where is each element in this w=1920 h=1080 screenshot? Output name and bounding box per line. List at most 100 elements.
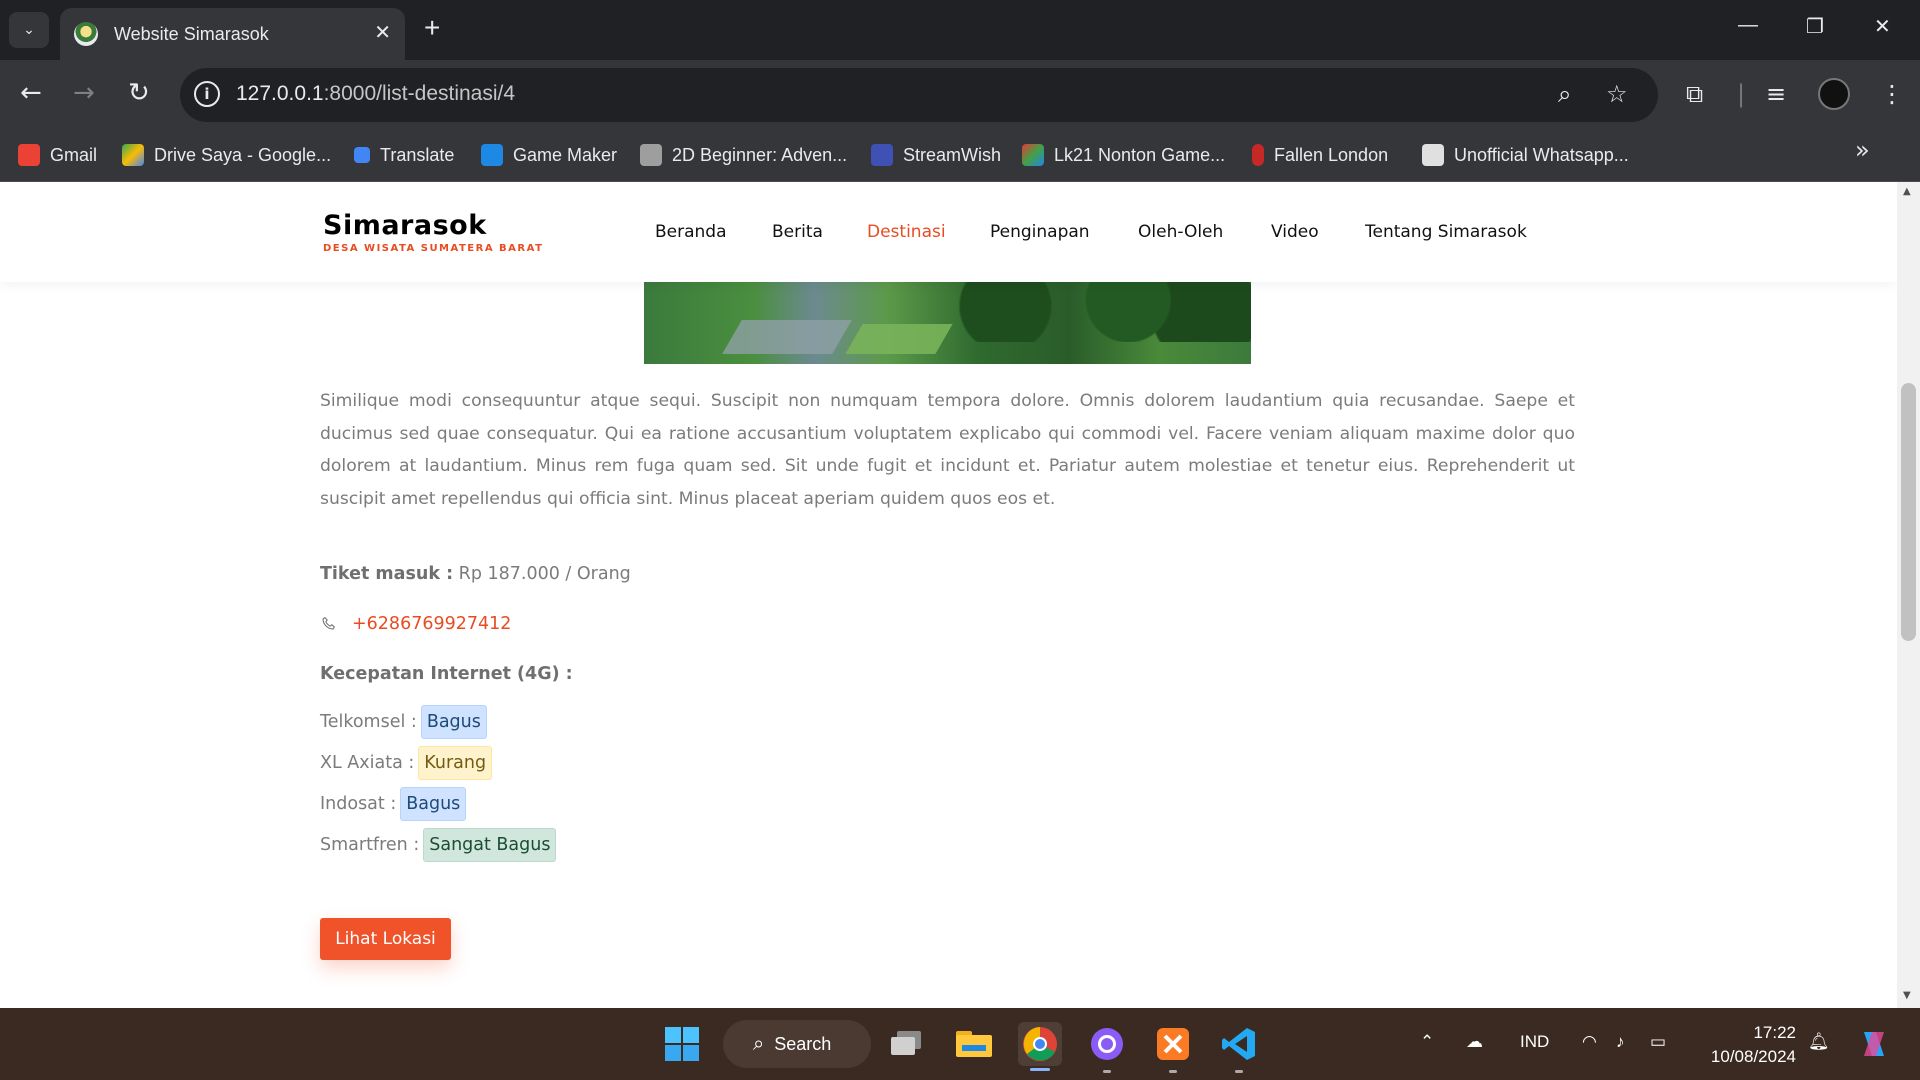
- github-icon: [1091, 1028, 1123, 1060]
- menu-kebab-icon[interactable]: ⋮: [1880, 80, 1904, 108]
- copilot-button[interactable]: [1852, 1022, 1896, 1066]
- profile-avatar[interactable]: [1818, 78, 1850, 110]
- github-desktop-button[interactable]: [1085, 1022, 1129, 1066]
- close-window-button[interactable]: ✕: [1874, 14, 1891, 39]
- site-header: Simarasok DESA WISATA SUMATERA BARAT Ber…: [0, 182, 1897, 282]
- minimize-button[interactable]: —: [1738, 14, 1758, 37]
- tab-search-button[interactable]: ⌄: [9, 12, 49, 48]
- bookmark-whatsapp[interactable]: Unofficial Whatsapp...: [1422, 138, 1629, 172]
- reload-button[interactable]: ↻: [128, 78, 150, 108]
- nav-beranda[interactable]: Beranda: [655, 222, 727, 242]
- bookmark-star-icon[interactable]: ☆: [1606, 80, 1628, 108]
- back-button[interactable]: ←: [20, 78, 42, 108]
- status-badge: Bagus: [400, 787, 467, 821]
- unity-icon: [640, 144, 662, 166]
- phone-row: +6286769927412: [320, 614, 511, 634]
- nav-penginapan[interactable]: Penginapan: [990, 222, 1090, 242]
- clock-date: 10/08/2024: [1710, 1047, 1796, 1066]
- provider-smartfren: Smartfren : Sangat Bagus: [320, 828, 557, 862]
- site-logo[interactable]: Simarasok DESA WISATA SUMATERA BARAT: [323, 210, 543, 254]
- nav-berita[interactable]: Berita: [772, 222, 823, 242]
- forward-button[interactable]: →: [73, 78, 95, 108]
- browser-tab[interactable]: Website Simarasok ✕: [60, 8, 405, 60]
- bookmarks-bar: Gmail Drive Saya - Google... Translate G…: [0, 130, 1920, 182]
- provider-telkomsel: Telkomsel : Bagus: [320, 705, 487, 739]
- destination-photo: [644, 282, 1251, 364]
- taskbar-search[interactable]: ⌕ Search: [723, 1020, 871, 1068]
- close-tab-icon[interactable]: ✕: [374, 20, 391, 44]
- bookmark-game-maker[interactable]: Game Maker: [481, 138, 617, 172]
- copilot-icon: [1864, 1032, 1884, 1056]
- destination-description: Similique modi consequuntur atque sequi.…: [320, 391, 1575, 509]
- onedrive-icon[interactable]: ☁: [1466, 1032, 1483, 1052]
- language-indicator[interactable]: IND: [1520, 1032, 1549, 1052]
- github-running-indicator: [1103, 1070, 1111, 1073]
- wifi-icon[interactable]: ◠: [1582, 1032, 1597, 1052]
- vscode-button[interactable]: [1217, 1022, 1261, 1066]
- new-tab-button[interactable]: +: [424, 12, 440, 44]
- file-explorer-button[interactable]: [952, 1022, 996, 1066]
- chrome-taskbar-button[interactable]: [1018, 1022, 1062, 1066]
- nav-video[interactable]: Video: [1271, 222, 1319, 242]
- phone-link[interactable]: +6286769927412: [352, 614, 511, 634]
- photo-rice-field-green: [845, 324, 953, 354]
- nav-tentang[interactable]: Tentang Simarasok: [1365, 222, 1527, 242]
- scroll-down-arrow[interactable]: ▼: [1903, 990, 1911, 1001]
- url-text[interactable]: 127.0.0.1:8000/list-destinasi/4: [236, 82, 515, 106]
- notification-bell-icon[interactable]: 🔔︎: [1808, 1032, 1830, 1052]
- zoom-icon[interactable]: ⌕: [1558, 80, 1571, 108]
- provider-name: Indosat :: [320, 794, 397, 814]
- xampp-button[interactable]: [1151, 1022, 1195, 1066]
- extensions-icon[interactable]: ⧉: [1686, 80, 1703, 108]
- game-maker-icon: [481, 144, 503, 166]
- address-bar[interactable]: i 127.0.0.1:8000/list-destinasi/4 ⌕ ☆: [180, 68, 1658, 122]
- provider-name: XL Axiata :: [320, 753, 415, 773]
- candle-icon: [1252, 144, 1264, 166]
- start-button[interactable]: [660, 1022, 704, 1066]
- logo-subtitle: DESA WISATA SUMATERA BARAT: [323, 243, 544, 254]
- windows-logo-icon: [665, 1027, 699, 1061]
- taskbar-clock[interactable]: 17:22 10/08/2024: [1700, 1021, 1796, 1069]
- clock-time: 17:22: [1753, 1023, 1796, 1042]
- xampp-icon: [1157, 1028, 1189, 1060]
- site-info-icon[interactable]: i: [194, 81, 220, 107]
- phone-icon: [322, 616, 336, 630]
- tab-title: Website Simarasok: [114, 23, 269, 44]
- nav-oleh-oleh[interactable]: Oleh-Oleh: [1138, 222, 1223, 242]
- volume-icon[interactable]: ♪: [1616, 1032, 1625, 1052]
- drive-icon: [122, 144, 144, 166]
- vscode-icon: [1222, 1028, 1255, 1060]
- chat-bubble-icon: [1422, 144, 1444, 166]
- toolbar-divider: |: [1737, 80, 1746, 108]
- bookmark-drive[interactable]: Drive Saya - Google...: [122, 138, 331, 172]
- media-control-icon[interactable]: ≡: [1766, 80, 1786, 108]
- scroll-up-arrow[interactable]: ▲: [1903, 186, 1911, 197]
- ticket-price: Rp 187.000 / Orang: [458, 564, 631, 584]
- provider-xl: XL Axiata : Kurang: [320, 746, 493, 780]
- chrome-icon: [1023, 1027, 1057, 1061]
- bookmark-translate[interactable]: Translate: [354, 138, 454, 172]
- bookmark-lk21[interactable]: Lk21 Nonton Game...: [1022, 138, 1225, 172]
- tray-overflow-icon[interactable]: ⌃: [1420, 1032, 1434, 1052]
- bookmark-streamwish[interactable]: StreamWish: [871, 138, 1001, 172]
- more-bookmarks-icon[interactable]: »: [1855, 136, 1870, 164]
- task-view-button[interactable]: [884, 1022, 928, 1066]
- gmail-icon: [18, 144, 40, 166]
- bookmark-fallen-london[interactable]: Fallen London: [1252, 138, 1388, 172]
- vscode-running-indicator: [1235, 1070, 1243, 1073]
- scrollbar-thumb[interactable]: [1901, 383, 1916, 641]
- view-location-button[interactable]: Lihat Lokasi: [320, 918, 451, 960]
- folder-icon: [956, 1031, 992, 1057]
- search-label: Search: [774, 1033, 832, 1054]
- restore-button[interactable]: ❐: [1806, 14, 1824, 39]
- task-view-icon: [891, 1031, 921, 1055]
- bookmark-2d-beginner[interactable]: 2D Beginner: Adven...: [640, 138, 847, 172]
- ticket-label: Tiket masuk :: [320, 564, 454, 584]
- battery-icon[interactable]: ▭: [1650, 1032, 1666, 1052]
- ticket-info: Tiket masuk : Rp 187.000 / Orang: [320, 564, 631, 584]
- chrome-active-indicator: [1030, 1068, 1050, 1071]
- nav-destinasi[interactable]: Destinasi: [867, 222, 946, 242]
- bookmark-gmail[interactable]: Gmail: [18, 138, 97, 172]
- translate-icon: [354, 147, 370, 163]
- photo-rice-field: [722, 320, 852, 354]
